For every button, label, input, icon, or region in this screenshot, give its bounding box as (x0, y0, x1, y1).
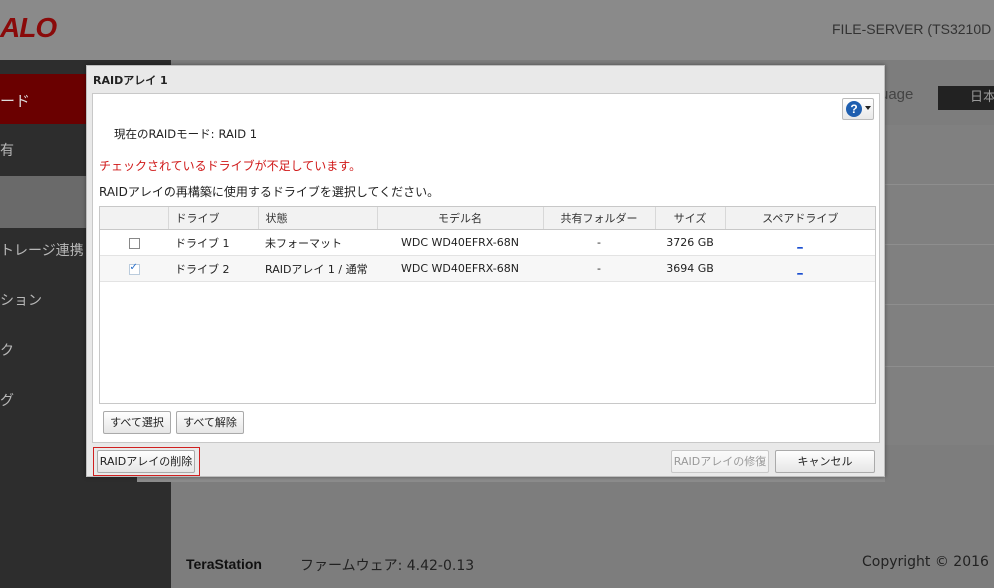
header-share[interactable]: 共有フォルダー (543, 207, 656, 230)
chevron-down-icon (865, 106, 871, 110)
drive-model: WDC WD40EFRX-68N (377, 255, 543, 282)
deselect-all-button[interactable]: すべて解除 (176, 411, 244, 434)
header-drive[interactable]: ドライブ (168, 207, 259, 230)
header-model[interactable]: モデル名 (377, 207, 544, 230)
current-raid-mode: 現在のRAIDモード: RAID 1 (114, 126, 261, 142)
drive-status: 未フォーマット (258, 229, 377, 256)
raid-mode-value: RAID 1 (218, 127, 258, 141)
dialog-body: ? 現在のRAIDモード: RAID 1 チェックされているドライブが不足していま… (92, 93, 880, 443)
dialog-title: RAIDアレイ 1 (93, 74, 168, 87)
delete-raid-button[interactable]: RAIDアレイの削除 (97, 450, 195, 473)
spare-drive-link[interactable]: _ (797, 236, 803, 249)
footer-brand: TeraStation (186, 556, 262, 572)
drive-name: ドライブ 1 (168, 229, 258, 256)
repair-raid-button[interactable]: RAIDアレイの修復 (671, 450, 769, 473)
drive-model: WDC WD40EFRX-68N (377, 229, 543, 256)
select-all-button[interactable]: すべて選択 (103, 411, 171, 434)
footer-firmware: ファームウェア: 4.42-0.13 (300, 558, 475, 574)
drive-size: 3694 GB (655, 255, 725, 282)
help-icon: ? (846, 101, 862, 117)
divider (885, 366, 994, 367)
table-row[interactable]: ドライブ 2 RAIDアレイ 1 / 通常 WDC WD40EFRX-68N -… (100, 255, 875, 282)
drive-table: ドライブ 状態 モデル名 共有フォルダー サイズ スペアドライブ ドライブ 1 … (99, 206, 876, 404)
language-select[interactable]: 日本 (938, 86, 994, 110)
raid-mode-label: 現在のRAIDモード: (114, 127, 215, 141)
divider (885, 304, 994, 305)
table-header: ドライブ 状態 モデル名 共有フォルダー サイズ スペアドライブ (100, 207, 875, 230)
header-size[interactable]: サイズ (655, 207, 726, 230)
drive-checkbox[interactable] (128, 237, 140, 249)
app-header: ALO FILE-SERVER (TS3210D (0, 0, 994, 60)
help-button[interactable]: ? (842, 98, 874, 120)
instruction-text: RAIDアレイの再構築に使用するドライブを選択してください。 (99, 185, 440, 199)
header-check (100, 207, 169, 230)
drive-share: - (543, 229, 655, 256)
warning-message: チェックされているドライブが不足しています。 (99, 159, 362, 173)
brand-logo: ALO (0, 12, 57, 43)
drive-name: ドライブ 2 (168, 255, 258, 282)
divider (885, 184, 994, 185)
header-status[interactable]: 状態 (258, 207, 378, 230)
language-label: uage (880, 86, 914, 103)
server-name: FILE-SERVER (TS3210D (832, 21, 992, 37)
drive-size: 3726 GB (655, 229, 725, 256)
drive-share: - (543, 255, 655, 282)
drive-status: RAIDアレイ 1 / 通常 (258, 255, 377, 282)
footer-copyright: Copyright © 2016 I (862, 554, 994, 570)
spare-drive-link[interactable]: _ (797, 262, 803, 275)
divider (885, 244, 994, 245)
settings-panel (885, 125, 994, 445)
cancel-button[interactable]: キャンセル (775, 450, 875, 473)
drive-checkbox[interactable] (128, 262, 140, 275)
raid-array-dialog: RAIDアレイ 1 ? 現在のRAIDモード: RAID 1 チェックされているド… (86, 65, 885, 477)
header-spare[interactable]: スペアドライブ (725, 207, 875, 230)
table-row[interactable]: ドライブ 1 未フォーマット WDC WD40EFRX-68N - 3726 G… (100, 229, 875, 256)
